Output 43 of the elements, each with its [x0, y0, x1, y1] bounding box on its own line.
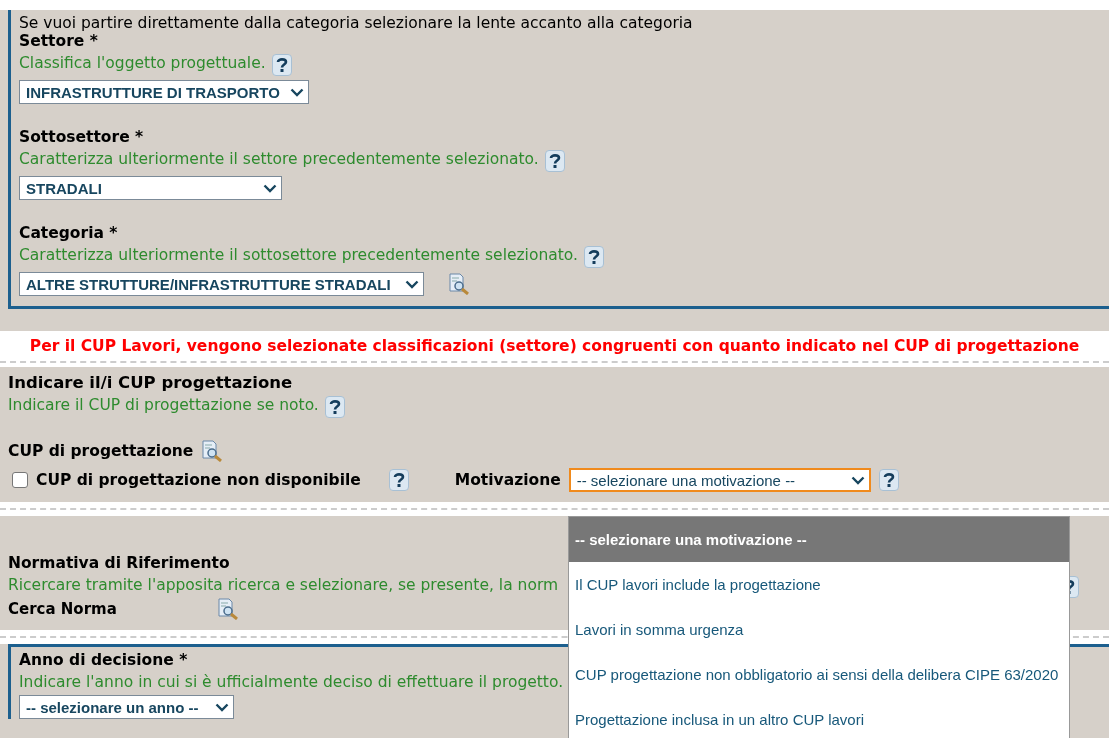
select-field[interactable]: -- selezionare un anno -- — [19, 695, 234, 719]
checkbox[interactable] — [12, 472, 28, 488]
section-heading: Indicare il/i CUP progettazione — [8, 373, 293, 392]
field-label: Categoria * — [19, 224, 118, 242]
chevron-down-icon — [405, 279, 419, 289]
help-icon[interactable] — [878, 469, 899, 491]
field-hint: Caratterizza ulteriormente il sottosettore precedentemente selezionato. — [19, 246, 578, 264]
select-field[interactable]: STRADALI — [19, 176, 282, 200]
chevron-down-icon — [290, 87, 304, 97]
chevron-down-icon — [263, 183, 277, 193]
dropdown-option[interactable]: Il CUP lavori include la progettazione — [569, 562, 1069, 607]
dropdown-option[interactable]: Lavori in somma urgenza — [569, 607, 1069, 652]
chevron-down-icon — [215, 702, 229, 712]
field-hint: Indicare l'anno in cui si è ufficialmente deciso di effettuare il progetto. — [19, 673, 564, 691]
dropdown-option[interactable]: CUP progettazione non obbligatorio ai sensi della delibera CIPE 63/2020 — [569, 652, 1069, 697]
help-icon[interactable] — [583, 246, 604, 268]
dropdown-option[interactable]: -- selezionare una motivazione -- — [569, 517, 1069, 562]
document-search-icon[interactable] — [448, 273, 470, 295]
dropdown-option[interactable]: Progettazione inclusa in un altro CUP lavori — [569, 697, 1069, 738]
warning-text: Per il CUP Lavori, vengono selezionate classificazioni (settore) congruenti con quanto indicato nel CUP di progettazione — [29, 337, 1080, 355]
chevron-down-icon — [850, 475, 865, 485]
select-field[interactable]: INFRASTRUTTURE DI TRASPORTO — [19, 80, 309, 104]
field-label: Settore * — [19, 32, 98, 50]
select-field[interactable]: ALTRE STRUTTURE/INFRASTRUTTURE STRADALI — [19, 272, 424, 296]
field-label: Anno di decisione * — [19, 651, 188, 669]
field-label: Motivazione — [454, 471, 561, 489]
field-hint: Ricercare tramite l'apposita ricerca e selezionare, se presente, la norm — [8, 576, 559, 594]
checkbox-label: CUP di progettazione non disponibile — [36, 471, 361, 489]
field-label: Sottosettore * — [19, 128, 144, 146]
field-hint: Classifica l'oggetto progettuale. — [19, 54, 266, 72]
section-heading: Normativa di Riferimento — [8, 554, 230, 572]
field-label: Cerca Norma — [8, 600, 117, 618]
field-label: CUP di progettazione — [8, 442, 194, 460]
intro-text: Se vuoi partire direttamente dalla categoria selezionare la lente accanto alla categoria — [19, 14, 693, 32]
field-hint: Indicare il CUP di progettazione se noto. — [8, 396, 319, 414]
document-search-icon[interactable] — [201, 440, 224, 462]
help-icon[interactable] — [324, 396, 345, 418]
select-field[interactable]: -- selezionare una motivazione -- — [568, 468, 871, 492]
help-icon[interactable] — [388, 469, 409, 491]
field-hint: Caratterizza ulteriormente il settore precedentemente selezionato. — [19, 150, 539, 168]
help-icon[interactable] — [544, 150, 565, 172]
help-icon[interactable] — [271, 54, 292, 76]
document-search-icon[interactable] — [216, 598, 239, 620]
